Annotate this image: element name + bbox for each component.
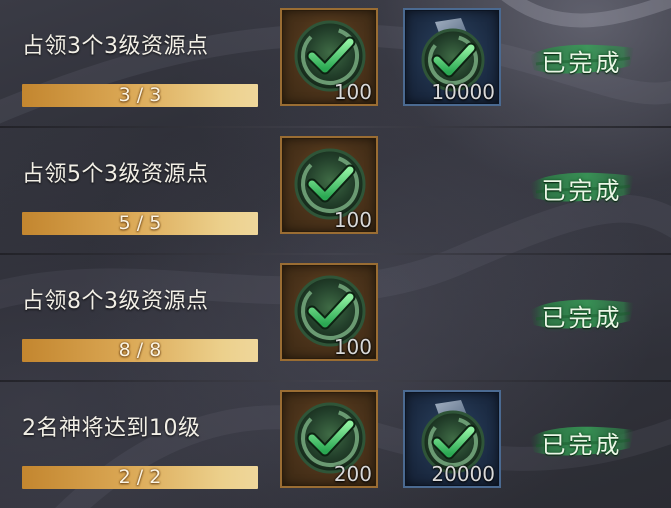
quest-row: 占领3个3级资源点 3 / 3 100 10000 已完成	[0, 0, 671, 125]
completed-status: 已完成	[526, 34, 638, 82]
reward-item-blue[interactable]: 10000	[403, 8, 501, 106]
reward-quantity: 100	[333, 335, 372, 359]
quest-title: 占领3个3级资源点	[22, 34, 209, 59]
quest-progress-bar: 3 / 3	[22, 84, 258, 107]
reward-quantity: 20000	[431, 462, 495, 486]
quest-row: 2名神将达到10级 2 / 2 200 20000 已完成	[0, 382, 671, 507]
status-label: 已完成	[541, 431, 623, 459]
reward-quantity: 10000	[431, 80, 495, 104]
status-label: 已完成	[541, 177, 623, 205]
completed-status: 已完成	[526, 162, 638, 210]
reward-item-bronze[interactable]: 200	[280, 390, 378, 488]
quest-progress-text: 8 / 8	[118, 339, 162, 361]
quest-row: 占领8个3级资源点 8 / 8 100 已完成	[0, 255, 671, 380]
reward-item-bronze[interactable]: 100	[280, 136, 378, 234]
reward-quantity: 100	[333, 208, 372, 232]
quest-title: 占领5个3级资源点	[22, 162, 209, 187]
reward-item-bronze[interactable]: 100	[280, 8, 378, 106]
reward-quantity: 200	[333, 462, 372, 486]
quest-progress-text: 2 / 2	[118, 466, 162, 488]
reward-item-blue[interactable]: 20000	[403, 390, 501, 488]
quest-progress-text: 3 / 3	[118, 84, 162, 106]
quest-progress-bar: 2 / 2	[22, 466, 258, 489]
status-label: 已完成	[541, 304, 623, 332]
quest-progress-bar: 8 / 8	[22, 339, 258, 362]
reward-quantity: 100	[333, 80, 372, 104]
completed-status: 已完成	[526, 289, 638, 337]
quest-title: 2名神将达到10级	[22, 416, 201, 441]
quest-progress-bar: 5 / 5	[22, 212, 258, 235]
status-label: 已完成	[541, 49, 623, 77]
quest-title: 占领8个3级资源点	[22, 289, 209, 314]
reward-item-bronze[interactable]: 100	[280, 263, 378, 361]
quest-row: 占领5个3级资源点 5 / 5 100 已完成	[0, 128, 671, 253]
quest-progress-text: 5 / 5	[118, 212, 162, 234]
completed-status: 已完成	[526, 416, 638, 464]
